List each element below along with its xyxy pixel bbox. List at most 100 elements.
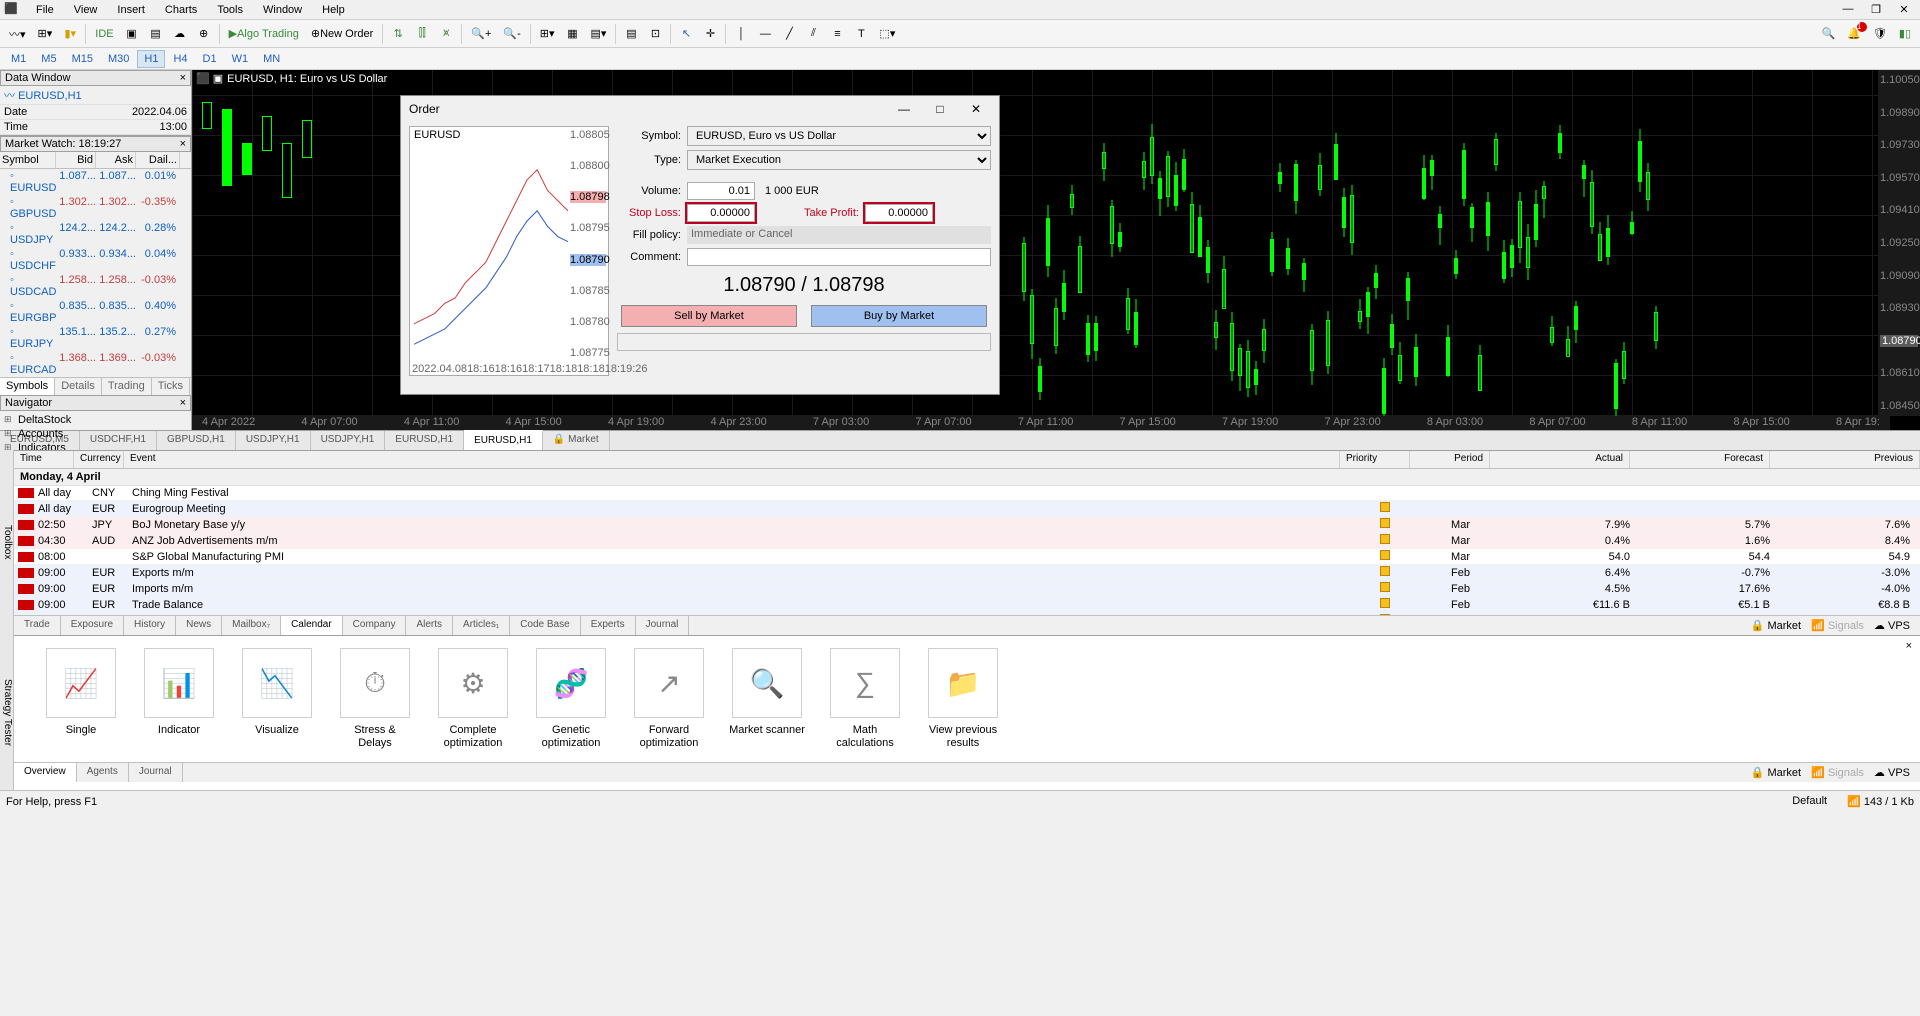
trendline-icon[interactable]: ╱ xyxy=(778,23,800,45)
calendar-row[interactable]: All dayEUREurogroup Meeting xyxy=(14,501,1920,517)
calendar-row[interactable]: 02:50JPYBoJ Monetary Base y/yMar7.9%5.7%… xyxy=(14,517,1920,533)
data-window-close-icon[interactable]: × xyxy=(180,72,186,84)
nav-node[interactable]: DeltaStock xyxy=(4,413,187,427)
toolbox-tab[interactable]: Mailbox₇ xyxy=(222,616,281,635)
menu-window[interactable]: Window xyxy=(253,2,312,18)
toolbox-tab[interactable]: Code Base xyxy=(510,616,580,635)
tick-icon[interactable]: ⩙ xyxy=(435,23,457,45)
chart-tab[interactable]: USDJPY,H1 xyxy=(311,431,386,450)
tf-m5[interactable]: M5 xyxy=(34,50,63,68)
window-minimize-icon[interactable]: — xyxy=(1836,3,1860,16)
globe-icon[interactable]: ⊕ xyxy=(193,23,215,45)
sell-by-market-button[interactable]: Sell by Market xyxy=(621,305,797,327)
tf-m1[interactable]: M1 xyxy=(4,50,33,68)
cursor-icon[interactable]: ↖ xyxy=(675,23,697,45)
chart-tab[interactable]: EURUSD,H1 xyxy=(464,430,543,450)
notification-icon[interactable]: 🔔1 xyxy=(1842,23,1866,45)
mw-row[interactable]: ◦ EURUSD1.087...1.087...0.01% xyxy=(0,169,191,195)
order-type-select[interactable]: Market Execution xyxy=(687,150,991,170)
toolbox-tab[interactable]: Trade xyxy=(14,616,61,635)
order-symbol-select[interactable]: EURUSD, Euro vs US Dollar xyxy=(687,126,991,146)
menu-charts[interactable]: Charts xyxy=(155,2,207,18)
menu-insert[interactable]: Insert xyxy=(107,2,155,18)
chart-tab-market[interactable]: 🔒 Market xyxy=(543,431,610,450)
mw-row[interactable]: ◦ USDCHF0.933...0.934...0.04% xyxy=(0,247,191,273)
order-comment-input[interactable] xyxy=(687,248,991,266)
calendar-row[interactable]: 04:30AUDANZ Job Advertisements m/mMar0.4… xyxy=(14,533,1920,549)
battery-icon[interactable]: ▮▯ xyxy=(1894,23,1916,45)
zoom-in-icon[interactable]: 🔍+ xyxy=(466,23,496,45)
tester-tab-journal[interactable]: Journal xyxy=(129,763,183,782)
tester-card[interactable]: 📊Indicator xyxy=(140,648,218,750)
mw-row[interactable]: ◦ GBPUSD1.302...1.302...-0.35% xyxy=(0,195,191,221)
dialog-minimize-icon[interactable]: — xyxy=(889,102,919,116)
chart-candle-icon[interactable]: ⊞▾ xyxy=(33,23,58,45)
calendar-row[interactable]: 09:00EURImports m/mFeb4.5%17.6%-4.0% xyxy=(14,581,1920,597)
grid-icon[interactable]: ⊞▾ xyxy=(535,23,560,45)
mw-tab-trading[interactable]: Trading xyxy=(102,378,152,395)
toolbox-tab[interactable]: Articles₁ xyxy=(453,616,510,635)
tester-card[interactable]: 🧬Genetic optimization xyxy=(532,648,610,750)
order-volume-input[interactable] xyxy=(687,182,755,200)
menu-view[interactable]: View xyxy=(64,2,108,18)
tf-m30[interactable]: M30 xyxy=(101,50,136,68)
tester-card[interactable]: 📈Single xyxy=(42,648,120,750)
chartshift-icon[interactable]: ⫿⫿ xyxy=(411,23,433,45)
equidistant-icon[interactable]: ⫽ xyxy=(802,23,824,45)
algo-trading-button[interactable]: ▶ Algo Trading xyxy=(224,23,304,45)
tester-close-icon[interactable]: × xyxy=(1906,640,1912,652)
library-icon[interactable]: ▤ xyxy=(145,23,167,45)
toolbox-side-label[interactable]: Toolbox xyxy=(0,450,14,635)
tf-mn[interactable]: MN xyxy=(256,50,287,68)
window-close-icon[interactable]: ✕ xyxy=(1892,3,1916,16)
mw-tab-ticks[interactable]: Ticks xyxy=(152,378,190,395)
mw-row[interactable]: ◦ EURJPY135.1...135.2...0.27% xyxy=(0,325,191,351)
ide-button[interactable]: IDE xyxy=(90,23,118,45)
dialog-maximize-icon[interactable]: □ xyxy=(925,102,955,116)
tester-tab-agents[interactable]: Agents xyxy=(77,763,129,782)
window-restore-icon[interactable]: ❐ xyxy=(1864,3,1888,16)
zoom-out-icon[interactable]: 🔍- xyxy=(498,23,525,45)
mw-row[interactable]: ◦ EURGBP0.835...0.835...0.40% xyxy=(0,299,191,325)
mw-tab-symbols[interactable]: Symbols xyxy=(0,378,55,395)
tester-card[interactable]: ⚙Complete optimization xyxy=(434,648,512,750)
tester-signals-link[interactable]: 📶 Signals xyxy=(1811,766,1864,779)
tester-tab-overview[interactable]: Overview xyxy=(14,763,77,782)
mw-row[interactable]: ◦ EURCAD1.368...1.369...-0.03% xyxy=(0,351,191,377)
dialog-close-icon[interactable]: ✕ xyxy=(961,102,991,116)
mw-tab-details[interactable]: Details xyxy=(55,378,102,395)
tester-card[interactable]: 📉Visualize xyxy=(238,648,316,750)
fibo-icon[interactable]: ≡ xyxy=(826,23,848,45)
toolbox-tab[interactable]: Calendar xyxy=(281,616,343,635)
tf-w1[interactable]: W1 xyxy=(225,50,256,68)
tester-market-link[interactable]: 🔒 Market xyxy=(1751,766,1801,779)
tester-vps-link[interactable]: ☁ VPS xyxy=(1874,766,1910,779)
layout2-icon[interactable]: ▤▾ xyxy=(586,23,612,45)
order-takeprofit-input[interactable] xyxy=(865,204,933,222)
tf-h4[interactable]: H4 xyxy=(166,50,194,68)
shield-icon[interactable]: 🛡 xyxy=(1868,23,1892,45)
toolbox-tab[interactable]: News xyxy=(176,616,222,635)
vline-icon[interactable]: │ xyxy=(730,23,752,45)
hline-icon[interactable]: — xyxy=(754,23,776,45)
toolbox-tab[interactable]: Exposure xyxy=(61,616,124,635)
toolbox-signals-link[interactable]: 📶 Signals xyxy=(1811,619,1864,632)
layout1-icon[interactable]: ▦ xyxy=(562,23,584,45)
navigator-close-icon[interactable]: × xyxy=(180,397,186,409)
crosshair-icon[interactable]: ✛ xyxy=(699,23,721,45)
calendar-row[interactable]: 09:00EURExports m/mFeb6.4%-0.7%-3.0% xyxy=(14,565,1920,581)
chart-tab[interactable]: USDJPY,H1 xyxy=(236,431,311,450)
calendar-row[interactable]: 08:00S&P Global Manufacturing PMIMar54.0… xyxy=(14,549,1920,565)
search-icon[interactable]: 🔍 xyxy=(1817,23,1841,45)
tester-card[interactable]: 📁View previous results xyxy=(924,648,1002,750)
menu-help[interactable]: Help xyxy=(312,2,355,18)
toolbox-tab[interactable]: Experts xyxy=(581,616,636,635)
tester-card[interactable]: 🔍Market scanner xyxy=(728,648,806,750)
chart-line-icon[interactable]: 〰▾ xyxy=(4,23,31,45)
calendar-row[interactable]: All dayCNYChing Ming Festival xyxy=(14,486,1920,501)
toolbox-tab[interactable]: Journal xyxy=(636,616,690,635)
mw-row[interactable]: ◦ USDJPY124.2...124.2...0.28% xyxy=(0,221,191,247)
text-icon[interactable]: T xyxy=(850,23,872,45)
terminal-icon[interactable]: ▣ xyxy=(121,23,143,45)
cloud-icon[interactable]: ☁ xyxy=(169,23,191,45)
